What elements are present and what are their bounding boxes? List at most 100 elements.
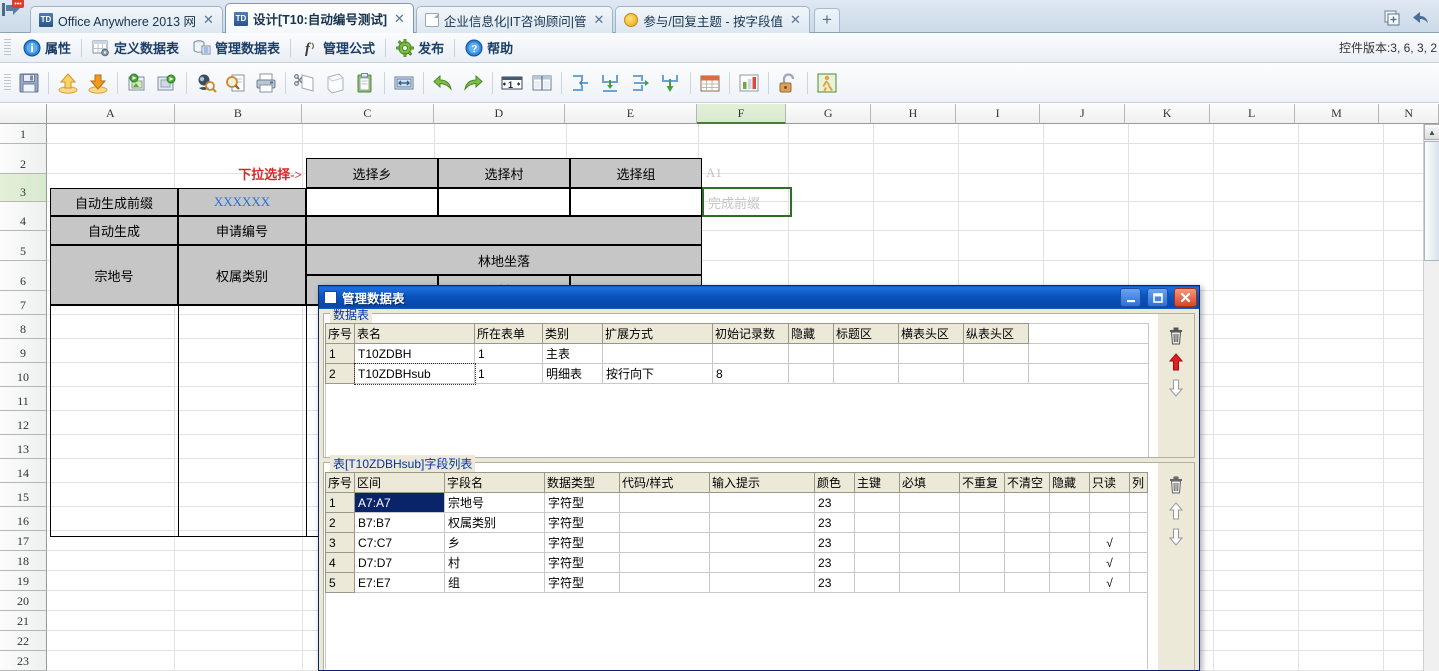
save-button[interactable] (14, 68, 44, 98)
column-header-I[interactable]: I (955, 104, 1041, 124)
row-header-18[interactable]: 18 (0, 551, 47, 571)
browser-tab-1[interactable]: TD Office Anywhere 2013 网 ✕ (30, 6, 223, 33)
grid-cell[interactable] (1299, 291, 1384, 315)
menu-item-define-table[interactable]: 定义数据表 (85, 36, 186, 59)
grid-cell[interactable] (1299, 507, 1384, 531)
redo-button[interactable] (458, 68, 488, 98)
grid-cell[interactable] (699, 124, 789, 144)
column-header[interactable]: 代码/样式 (619, 472, 711, 493)
column-header[interactable]: 序号 (324, 472, 356, 493)
cell-数据类型[interactable]: 字符型 (544, 532, 621, 553)
forest-location-label-cell[interactable]: 林地坐落 (306, 245, 702, 275)
column-header[interactable]: 隐藏 (788, 323, 835, 344)
cell-empty[interactable] (354, 649, 445, 669)
row-header-2[interactable]: 2 (0, 144, 47, 174)
active-cell-f3[interactable]: 完成前缀 (702, 187, 792, 217)
cell-隐藏[interactable] (788, 363, 835, 384)
cell-empty[interactable] (1028, 421, 1150, 441)
browser-tab-2-active[interactable]: TD 设计[T10:自动编号测试] ✕ (224, 3, 414, 33)
print-button[interactable] (251, 68, 281, 98)
cell-empty[interactable] (1049, 649, 1090, 669)
cell-表名[interactable]: T10ZDBH (354, 343, 476, 364)
cell-代码/样式[interactable] (619, 512, 711, 533)
cell-empty[interactable] (814, 592, 855, 612)
fields-grid-wrap[interactable]: 序号 区间 字段名 数据类型 代码/样式 输入提示 颜色 主键 必填 不重复 不清空 隐藏 只读列 1 A7… (324, 463, 1158, 670)
row-header-11[interactable]: 11 (0, 387, 47, 411)
cell-empty[interactable] (354, 592, 445, 612)
cell-隐藏[interactable] (1049, 492, 1091, 513)
d3-cell[interactable] (438, 188, 570, 216)
grid-cell[interactable] (1129, 231, 1214, 261)
cell-empty[interactable] (354, 630, 445, 650)
grid-cell[interactable] (47, 651, 175, 671)
grid-cell[interactable] (1044, 202, 1129, 231)
paste-button[interactable] (350, 68, 380, 98)
grid-cell[interactable] (874, 144, 959, 174)
split-pane-button[interactable] (527, 68, 557, 98)
cell-empty[interactable] (854, 630, 900, 650)
cell-empty[interactable] (1129, 649, 1149, 669)
cell-empty[interactable] (324, 611, 355, 631)
grid-cell[interactable] (175, 124, 303, 144)
cell-必填[interactable] (899, 532, 961, 553)
cell-empty[interactable] (602, 383, 713, 403)
cell-empty[interactable] (544, 592, 620, 612)
cell-隐藏[interactable] (1049, 572, 1091, 593)
select-all-corner[interactable] (0, 104, 47, 124)
column-header-D[interactable]: D (433, 104, 566, 124)
cell-empty[interactable] (899, 630, 960, 650)
row-header-9[interactable]: 9 (0, 339, 47, 363)
cell-empty[interactable] (712, 421, 789, 441)
grid-cell[interactable] (1299, 124, 1384, 144)
cell-代码/样式[interactable] (619, 492, 711, 513)
cell-横表头区[interactable] (898, 343, 965, 364)
maximize-button[interactable] (1147, 288, 1168, 307)
cell-只读[interactable] (1089, 512, 1131, 533)
grid-cell[interactable] (1214, 459, 1299, 483)
cell-扩展方式[interactable] (602, 343, 714, 364)
select-group-cell[interactable]: 选择组 (570, 158, 702, 188)
cell-数据类型[interactable]: 字符型 (544, 572, 621, 593)
cell-empty[interactable] (602, 421, 713, 441)
tab-close-icon[interactable]: ✕ (592, 12, 607, 28)
column-header[interactable]: 类别 (542, 323, 604, 344)
row4-merged-cell[interactable] (306, 216, 702, 245)
grid-cell[interactable] (1044, 174, 1129, 202)
cell-empty[interactable] (474, 421, 543, 441)
grid-cell[interactable] (1214, 631, 1299, 651)
cell-empty[interactable] (324, 630, 355, 650)
cell-empty[interactable] (444, 630, 545, 650)
row-header-16[interactable]: 16 (0, 507, 47, 531)
cell-empty[interactable] (1089, 630, 1130, 650)
cell-序号[interactable]: 4 (324, 552, 356, 573)
cell-empty[interactable] (898, 440, 964, 457)
cell-empty[interactable] (854, 592, 900, 612)
column-header[interactable]: 不重复 (959, 472, 1006, 493)
cell-隐藏[interactable] (1049, 512, 1091, 533)
cell-颜色[interactable]: 23 (814, 512, 856, 533)
cell-empty[interactable] (1089, 592, 1130, 612)
tab-close-icon[interactable]: ✕ (201, 12, 216, 28)
grid-cell[interactable] (47, 611, 175, 631)
grid-cell[interactable] (1299, 591, 1384, 611)
upload-button[interactable] (53, 68, 83, 98)
grid-cell[interactable] (1214, 363, 1299, 387)
grid-cell[interactable] (1299, 174, 1384, 202)
cell-empty[interactable] (899, 611, 960, 631)
cell-empty[interactable] (542, 402, 603, 422)
grid-cell[interactable] (1214, 144, 1299, 174)
cell-empty[interactable] (544, 630, 620, 650)
grid-cell[interactable] (1299, 315, 1384, 339)
column-header-N[interactable]: N (1379, 104, 1439, 124)
parcel-number-label-cell[interactable]: 宗地号 (50, 245, 178, 305)
grid-cell[interactable] (1214, 507, 1299, 531)
cell-empty[interactable] (619, 592, 710, 612)
cell-empty[interactable] (324, 592, 355, 612)
cell-empty[interactable] (833, 402, 899, 422)
cell-empty[interactable] (602, 402, 713, 422)
column-header-C[interactable]: C (302, 104, 434, 124)
grid-cell[interactable] (1299, 435, 1384, 459)
ownership-type-label-cell[interactable]: 权属类别 (178, 245, 306, 305)
cell-empty[interactable] (444, 592, 545, 612)
table-row[interactable]: 1 A7:A7 宗地号 字符型 23 (324, 492, 1149, 513)
